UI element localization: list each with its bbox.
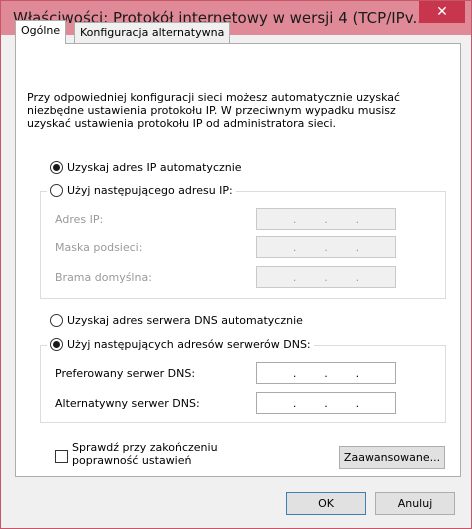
gateway-label: Brama domyślna: (55, 271, 152, 284)
close-button[interactable]: ✕ (419, 1, 465, 23)
ip-dot: . (324, 240, 328, 254)
dns-manual-label: Użyj następujących adresów serwerów DNS: (67, 338, 311, 351)
ip-auto-label: Uzyskaj adres IP automatycznie (67, 161, 242, 174)
dns-manual-radio[interactable]: Użyj następujących adresów serwerów DNS: (47, 338, 314, 351)
cancel-button[interactable]: Anuluj (375, 492, 455, 515)
subnet-mask-label: Maska podsieci: (55, 241, 143, 254)
ip-dot: . (355, 396, 360, 410)
tab-alternate-config-label: Konfiguracja alternatywna (80, 26, 225, 39)
description-text-visible: Przy odpowiedniej konfiguracji sieci moż… (27, 91, 401, 130)
tab-alternate-config[interactable]: Konfiguracja alternatywna (74, 22, 231, 43)
subnet-mask-field[interactable]: . . . (256, 236, 396, 258)
ip-manual-radio-button[interactable] (50, 184, 63, 197)
ip-dot: . (355, 212, 360, 226)
ip-manual-label: Użyj następującego adresu IP: (67, 184, 233, 197)
ip-dot: . (292, 396, 297, 410)
validate-label: Sprawdź przy zakończeniu poprawność usta… (72, 441, 218, 467)
preferred-dns-field[interactable]: . . . (256, 362, 396, 384)
ok-button[interactable]: OK (286, 492, 366, 515)
preferred-dns-label: Preferowany serwer DNS: (55, 367, 196, 380)
advanced-button[interactable]: Zaawansowane... (339, 446, 445, 469)
ip-auto-radio-button[interactable] (50, 161, 63, 174)
ip-manual-radio[interactable]: Użyj następującego adresu IP: (47, 184, 236, 197)
alternate-dns-label: Alternatywny serwer DNS: (55, 397, 200, 410)
ip-dot: . (355, 366, 360, 380)
validate-checkbox[interactable] (55, 450, 68, 463)
dns-auto-radio[interactable]: Uzyskaj adres serwera DNS automatycznie (50, 314, 303, 327)
ip-dot: . (324, 396, 328, 410)
ip-dot: . (292, 240, 297, 254)
ip-dot: . (292, 270, 297, 284)
ip-address-field[interactable]: . . . (256, 208, 396, 230)
ip-dot: . (355, 270, 360, 284)
ip-dot: . (292, 366, 297, 380)
dialog-window: Właściwości: Protokół internetowy w wers… (0, 0, 472, 529)
ip-address-label: Adres IP: (55, 213, 104, 226)
tab-general-label: Ogólne (21, 24, 61, 37)
title-bar[interactable]: Właściwości: Protokół internetowy w wers… (1, 1, 471, 35)
dns-auto-label: Uzyskaj adres serwera DNS automatycznie (67, 314, 303, 327)
ip-dot: . (324, 270, 328, 284)
dns-auto-radio-button[interactable] (50, 314, 63, 327)
ip-dot: . (292, 212, 297, 226)
ip-dot: . (355, 240, 360, 254)
tab-general[interactable]: Ogólne (15, 20, 67, 44)
close-icon: ✕ (436, 4, 448, 20)
alternate-dns-field[interactable]: . . . (256, 392, 396, 414)
ip-dot: . (324, 366, 328, 380)
ip-auto-radio[interactable]: Uzyskaj adres IP automatycznie (50, 161, 242, 174)
gateway-field[interactable]: . . . (256, 266, 396, 288)
ip-dot: . (324, 212, 328, 226)
dns-manual-radio-button[interactable] (50, 338, 63, 351)
